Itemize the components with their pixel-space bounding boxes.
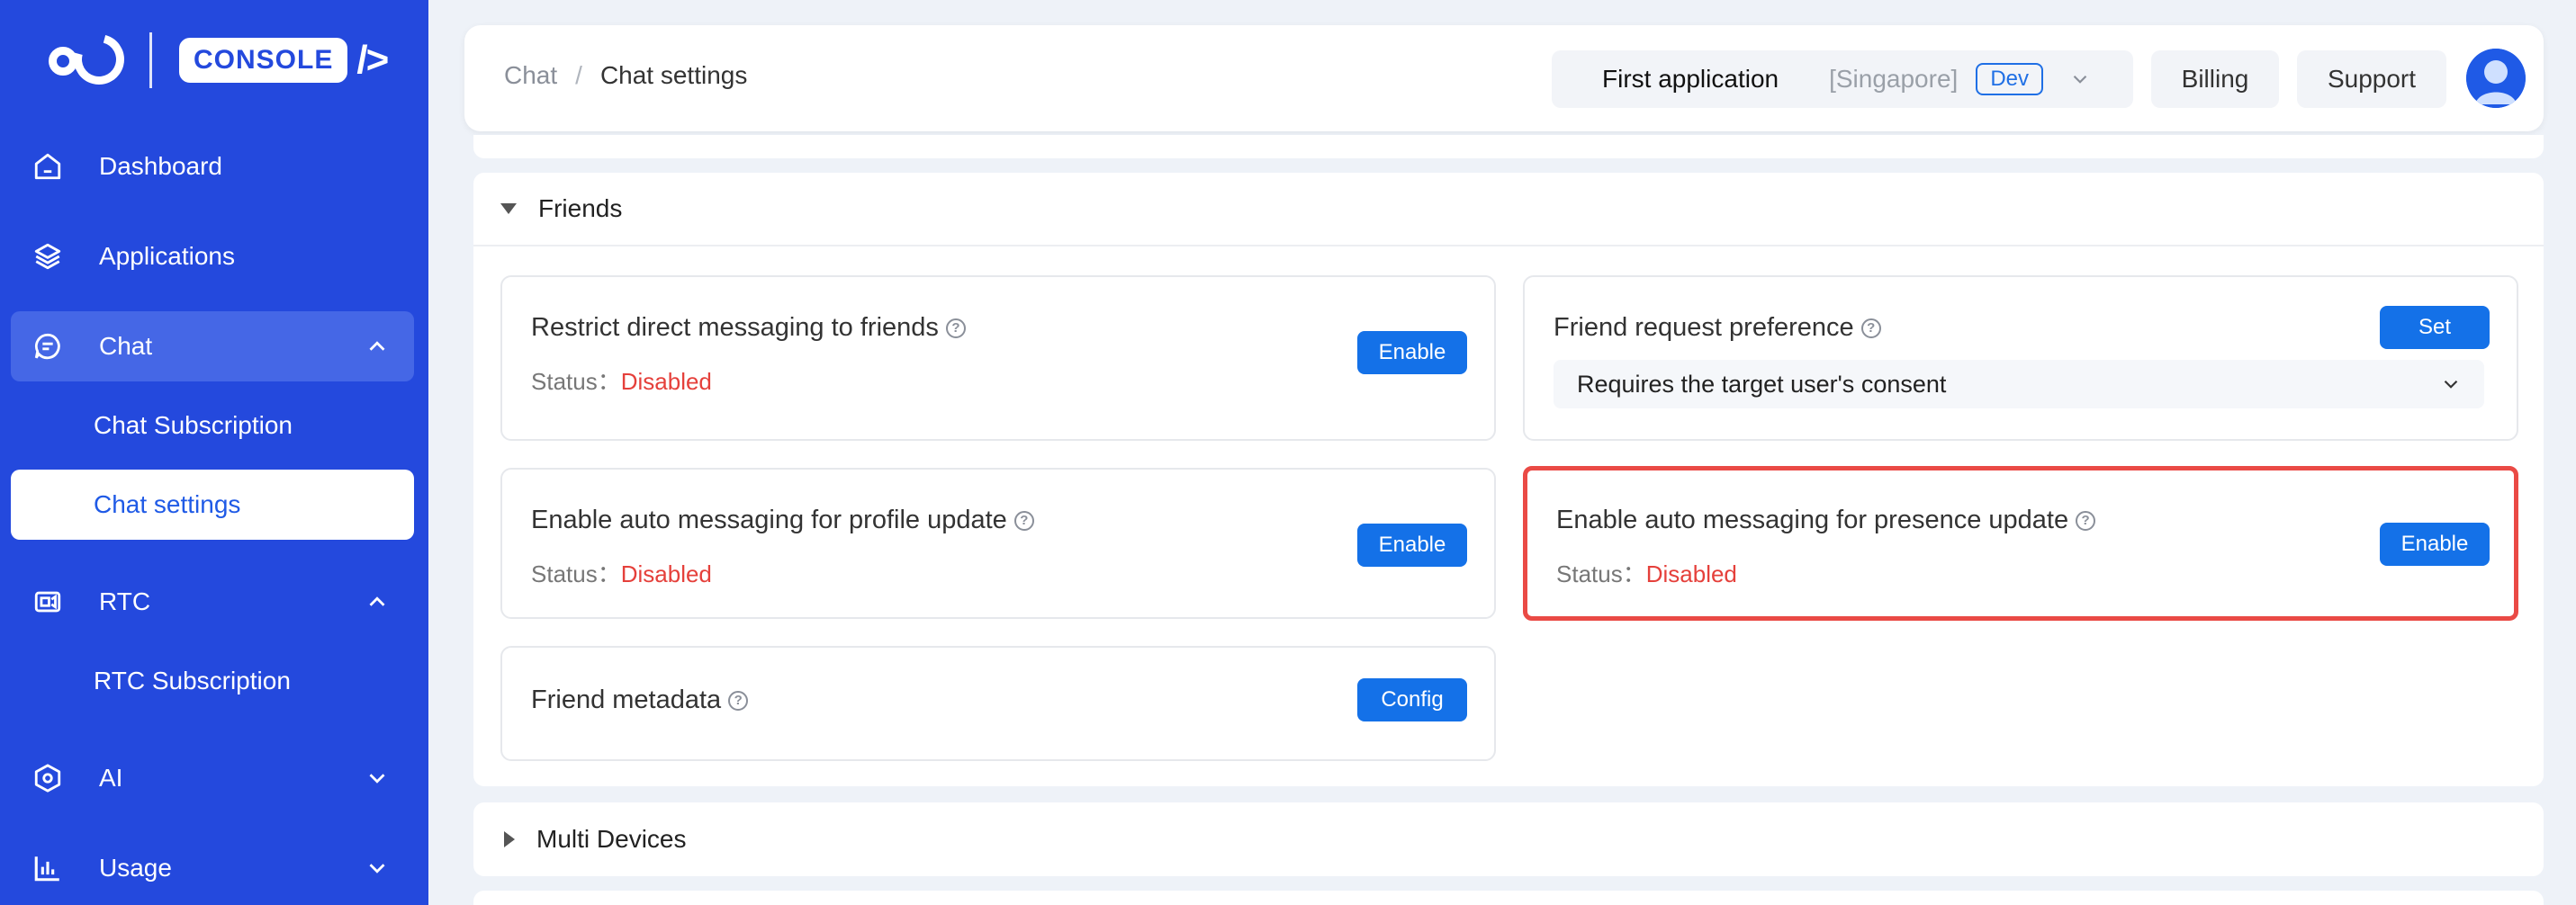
sidebar-item-label: AI bbox=[99, 764, 123, 792]
user-avatar-icon bbox=[2466, 49, 2526, 108]
card-title: Enable auto messaging for profile update… bbox=[531, 506, 1034, 535]
breadcrumb-current: Chat settings bbox=[599, 61, 748, 89]
breadcrumb-chat[interactable]: Chat bbox=[504, 61, 557, 90]
card-friend-metadata: Friend metadata ? Config bbox=[500, 646, 1496, 761]
card-friend-request-preference: Friend request preference ? Set Requires… bbox=[1523, 275, 2518, 441]
top-header: Chat / Chat settings First application [… bbox=[464, 25, 2544, 131]
avatar[interactable] bbox=[2466, 49, 2526, 108]
help-icon[interactable]: ? bbox=[945, 318, 966, 338]
sidebar-item-rtc-subscription[interactable]: RTC Subscription bbox=[11, 646, 414, 716]
sidebar-item-chat[interactable]: Chat bbox=[11, 311, 414, 381]
status-value: Disabled bbox=[620, 560, 712, 587]
app-region: [Singapore] bbox=[1829, 65, 1959, 93]
help-icon[interactable]: ? bbox=[728, 690, 749, 711]
home-icon bbox=[31, 149, 65, 184]
sidebar-item-chat-subscription[interactable]: Chat Subscription bbox=[11, 390, 414, 461]
breadcrumb: Chat / Chat settings bbox=[504, 61, 747, 90]
section-title: Friends bbox=[538, 194, 623, 222]
sidebar-item-label: RTC Subscription bbox=[94, 667, 291, 694]
card-title: Enable auto messaging for presence updat… bbox=[1556, 506, 2096, 535]
status-label: Status： bbox=[1556, 560, 1646, 587]
sidebar-item-chat-settings[interactable]: Chat settings bbox=[11, 470, 414, 540]
enable-button[interactable]: Enable bbox=[1357, 331, 1467, 374]
status-label: Status： bbox=[531, 560, 621, 587]
sidebar-item-label: Usage bbox=[99, 854, 172, 882]
bar-chart-icon bbox=[31, 851, 65, 885]
status-line: Status：Disabled bbox=[1556, 556, 1737, 589]
status-line: Status：Disabled bbox=[531, 556, 712, 589]
section-title: Multi Devices bbox=[536, 825, 687, 853]
card-title-text: Enable auto messaging for presence updat… bbox=[1556, 506, 2069, 534]
sidebar-item-rtc[interactable]: RTC bbox=[11, 567, 414, 637]
caret-down-icon bbox=[500, 203, 517, 214]
sidebar-item-label: Dashboard bbox=[99, 152, 222, 180]
chevron-down-icon bbox=[2444, 380, 2458, 389]
sidebar-item-dashboard[interactable]: Dashboard bbox=[11, 131, 414, 202]
ai-hexagon-icon bbox=[31, 761, 65, 795]
chevron-down-icon bbox=[369, 864, 385, 874]
status-value: Disabled bbox=[1645, 560, 1737, 587]
sidebar-item-ai[interactable]: AI bbox=[11, 743, 414, 813]
card-title-text: Enable auto messaging for profile update bbox=[531, 506, 1007, 534]
sidebar-item-label: Applications bbox=[99, 242, 235, 270]
env-badge: Dev bbox=[1976, 63, 2043, 95]
sidebar: CONSOLE /> Dashboard Applications Chat C… bbox=[0, 0, 428, 905]
app-name: First application bbox=[1602, 65, 1779, 93]
caret-right-icon bbox=[504, 831, 515, 847]
status-line: Status：Disabled bbox=[531, 363, 712, 397]
sidebar-item-label: Chat settings bbox=[94, 490, 241, 518]
sidebar-item-usage[interactable]: Usage bbox=[11, 833, 414, 903]
logo-console-text: CONSOLE bbox=[179, 38, 348, 83]
config-button[interactable]: Config bbox=[1357, 678, 1467, 721]
card-auto-msg-profile-update: Enable auto messaging for profile update… bbox=[500, 468, 1496, 619]
support-button[interactable]: Support bbox=[2297, 50, 2446, 108]
card-restrict-dm-friends: Restrict direct messaging to friends ? S… bbox=[500, 275, 1496, 441]
card-title-text: Restrict direct messaging to friends bbox=[531, 313, 939, 342]
logo-mark-icon bbox=[49, 24, 134, 94]
sidebar-item-label: Chat Subscription bbox=[94, 411, 293, 439]
layers-icon bbox=[31, 239, 65, 273]
billing-button[interactable]: Billing bbox=[2151, 50, 2279, 108]
card-title-text: Friend metadata bbox=[531, 685, 722, 714]
video-call-icon bbox=[31, 585, 65, 619]
chat-bubble-icon bbox=[31, 329, 65, 363]
chevron-up-icon bbox=[369, 596, 385, 606]
help-icon[interactable]: ? bbox=[2076, 510, 2096, 531]
help-icon[interactable]: ? bbox=[1013, 510, 1034, 531]
breadcrumb-separator: / bbox=[575, 61, 582, 89]
next-section-edge bbox=[473, 891, 2544, 905]
sidebar-item-applications[interactable]: Applications bbox=[11, 221, 414, 291]
sidebar-item-label: RTC bbox=[99, 587, 151, 615]
sidebar-item-label: Chat bbox=[99, 332, 153, 360]
card-title: Friend metadata ? bbox=[531, 685, 749, 715]
friends-section: Friends Restrict direct messaging to fri… bbox=[473, 173, 2544, 786]
status-value: Disabled bbox=[620, 368, 712, 395]
select-value: Requires the target user's consent bbox=[1577, 370, 1947, 398]
enable-button[interactable]: Enable bbox=[2380, 523, 2490, 566]
card-auto-msg-presence-update: Enable auto messaging for presence updat… bbox=[1523, 466, 2518, 621]
chevron-down-icon bbox=[2073, 75, 2087, 84]
set-button[interactable]: Set bbox=[2380, 306, 2490, 349]
card-title-text: Friend request preference bbox=[1554, 313, 1854, 342]
status-label: Status： bbox=[531, 368, 621, 395]
previous-section-edge bbox=[473, 135, 2544, 158]
logo[interactable]: CONSOLE /> bbox=[49, 24, 389, 94]
chevron-down-icon bbox=[369, 774, 385, 784]
application-selector[interactable]: First application [Singapore] Dev bbox=[1552, 50, 2133, 108]
friend-request-preference-select[interactable]: Requires the target user's consent bbox=[1554, 360, 2484, 408]
card-title: Friend request preference ? bbox=[1554, 313, 1881, 343]
multi-devices-section-header[interactable]: Multi Devices bbox=[473, 802, 2544, 876]
card-title: Restrict direct messaging to friends ? bbox=[531, 313, 966, 343]
logo-slash-text: /> bbox=[356, 38, 389, 82]
chevron-up-icon bbox=[369, 341, 385, 351]
logo-divider bbox=[149, 32, 152, 88]
friends-section-header[interactable]: Friends bbox=[473, 173, 2544, 246]
enable-button[interactable]: Enable bbox=[1357, 524, 1467, 567]
help-icon[interactable]: ? bbox=[1860, 318, 1881, 338]
